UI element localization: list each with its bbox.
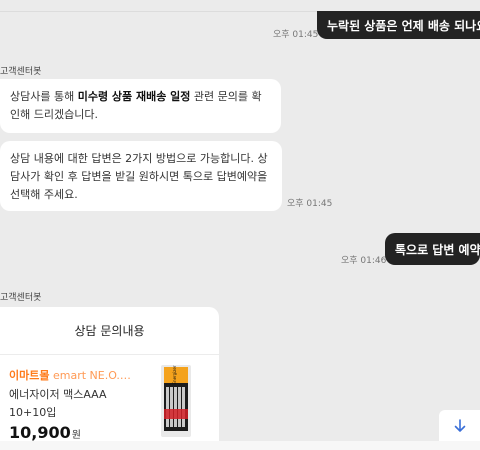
inquiry-card: 상담 문의내용 이마트몰 emart NE.O.… 에너자이저 맥스AAA 10…: [0, 307, 219, 450]
message-time: 오후 01:45: [287, 199, 333, 209]
product-price: 10,900원: [9, 423, 81, 442]
message-time: 오후 01:45: [273, 30, 319, 40]
price-unit: 원: [71, 430, 81, 441]
arrow-down-icon: [454, 418, 465, 432]
product-name: 에너자이저 맥스AAA: [9, 388, 107, 401]
store-name: 이마트몰: [9, 369, 50, 382]
user-message-bubble: 톡으로 답변 예약: [385, 233, 480, 265]
product-option: 10+10입: [9, 406, 57, 419]
bot-message-bubble: 상담 내용에 대한 답변은 2가지 방법으로 가능합니다. 상담사가 확인 후 …: [0, 141, 282, 211]
inquiry-card-title: 상담 문의내용: [0, 307, 219, 355]
user-message-text: 누락된 상품은 언제 배송 되나요: [327, 18, 480, 33]
bot-message-text: 상담 내용에 대한 답변은 2가지 방법으로 가능합니다. 상담사가 확인 후 …: [10, 152, 268, 201]
store-sub-name: emart NE.O.…: [52, 369, 131, 382]
bot-message-text-pre: 상담사를 통해: [10, 90, 78, 103]
bottom-bar: [0, 441, 480, 450]
user-message-bubble: 누락된 상품은 언제 배송 되나요: [317, 11, 480, 39]
product-image: Energizer: [161, 365, 191, 437]
store-row: 이마트몰 emart NE.O.…: [9, 367, 131, 383]
message-time: 오후 01:46: [341, 256, 387, 266]
bot-message-highlight: 미수령 상품 재배송 일정: [77, 90, 191, 103]
price-value: 10,900: [9, 423, 71, 442]
user-message-text: 톡으로 답변 예약: [395, 242, 480, 257]
bot-sender-name: 고객센터봇: [0, 293, 42, 303]
product-brand-text: Energizer: [172, 365, 177, 384]
bot-sender-name: 고객센터봇: [0, 67, 42, 77]
scroll-to-bottom-button[interactable]: [439, 410, 480, 441]
product-summary[interactable]: 이마트몰 emart NE.O.… 에너자이저 맥스AAA 10+10입 10,…: [0, 355, 219, 450]
bot-message-bubble: 상담사를 통해 미수령 상품 재배송 일정 관련 문의를 확인해 드리겠습니다.: [0, 79, 281, 133]
